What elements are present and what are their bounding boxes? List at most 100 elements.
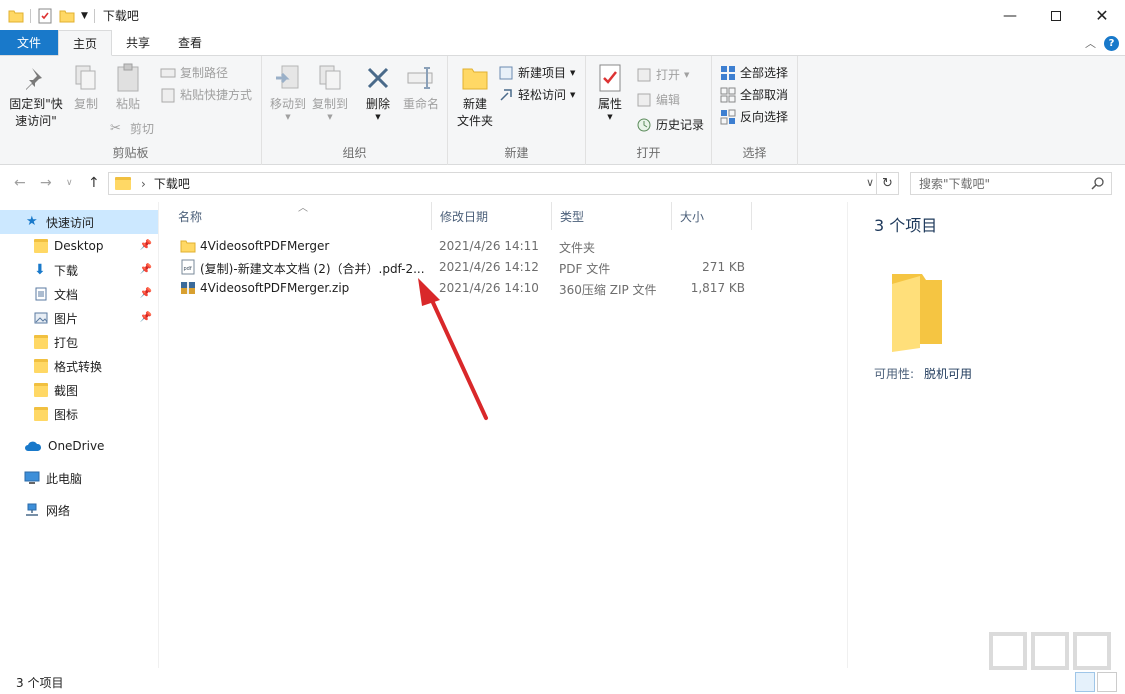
file-row[interactable]: 4VideosoftPDFMerger 2021/4/26 14:11 文件夹 [170, 236, 830, 257]
tab-home[interactable]: 主页 [58, 30, 113, 56]
network-icon [26, 503, 38, 516]
open-icon [637, 68, 651, 81]
paste-shortcut-button[interactable]: 粘贴快捷方式 [160, 86, 252, 103]
folder-icon [34, 359, 48, 373]
details-pane: 3 个项目 可用性: 脱机可用 [847, 202, 1125, 668]
document-icon [35, 287, 47, 301]
copy-button[interactable]: 复制 [68, 62, 104, 113]
folder-icon [34, 239, 48, 253]
breadcrumb-chevron-icon[interactable]: › [141, 177, 146, 191]
tab-file[interactable]: 文件 [0, 30, 59, 55]
pane-divider[interactable] [158, 202, 159, 668]
copy-path-button[interactable]: 复制路径 [160, 64, 228, 81]
select-none-label: 全部取消 [740, 88, 789, 102]
new-folder-icon[interactable] [59, 8, 75, 24]
delete-button[interactable]: 删除 ▼ [360, 62, 396, 121]
sidebar-item-downloads[interactable]: ⬇ 下载 📌 [0, 258, 158, 282]
search-input[interactable]: 搜索"下载吧" [910, 172, 1112, 195]
maximize-icon [1051, 10, 1061, 21]
folder-icon [8, 10, 24, 22]
sidebar-item-documents[interactable]: 文档 📌 [0, 282, 158, 306]
close-button[interactable]: ✕ [1079, 0, 1125, 31]
pdf-icon: pdf [181, 259, 195, 275]
easy-access-icon [500, 88, 512, 101]
back-button[interactable]: ← [14, 175, 26, 191]
column-header-size[interactable]: 大小 [672, 202, 752, 230]
delete-label: 删除 [365, 97, 390, 111]
sidebar-item-pictures[interactable]: 图片 📌 [0, 306, 158, 330]
refresh-button[interactable]: ↻ [876, 172, 899, 195]
sidebar-item-label: Desktop [54, 239, 104, 253]
help-icon[interactable]: ? [1104, 35, 1119, 51]
new-item-button[interactable]: 新建项目 ▼ [498, 64, 575, 81]
dropdown-icon: ▼ [570, 90, 576, 99]
file-type: 文件夹 [559, 241, 596, 255]
new-folder-button[interactable]: 新建 文件夹 [452, 62, 498, 130]
new-folder-icon [462, 68, 488, 90]
dropdown-icon: ▼ [684, 70, 690, 79]
sidebar-item-onedrive[interactable]: OneDrive [0, 434, 158, 458]
minimize-button[interactable]: — [987, 0, 1033, 31]
maximize-button[interactable] [1033, 0, 1079, 31]
pin-icon: 📌 [139, 240, 152, 251]
breadcrumb-current[interactable]: 下载吧 [154, 175, 190, 192]
sidebar-item-desktop[interactable]: Desktop 📌 [0, 234, 158, 258]
quick-access-toolbar: ▼ [0, 8, 95, 24]
pin-icon [26, 68, 42, 90]
copy-label: 复制 [73, 97, 98, 111]
sidebar-item-this-pc[interactable]: 此电脑 [0, 466, 158, 490]
sidebar-item-quick-access[interactable]: ★ 快速访问 [0, 210, 158, 234]
sidebar-item-pack[interactable]: 打包 [0, 330, 158, 354]
sidebar-item-label: 打包 [54, 335, 79, 350]
edit-button[interactable]: 编辑 [636, 91, 680, 108]
sidebar-item-format-convert[interactable]: 格式转换 [0, 354, 158, 378]
copy-to-button[interactable]: 复制到 ▼ [308, 62, 352, 121]
tab-view[interactable]: 查看 [164, 30, 216, 55]
invert-selection-icon [720, 109, 736, 124]
annotation-arrow [418, 278, 488, 420]
address-bar[interactable]: › 下载吧 ∨ ↻ [108, 172, 899, 195]
open-button[interactable]: 打开 ▼ [636, 66, 689, 83]
select-none-button[interactable]: 全部取消 [720, 86, 788, 103]
select-all-button[interactable]: 全部选择 [720, 64, 788, 81]
up-button[interactable]: ↑ [88, 175, 100, 191]
column-header-name[interactable]: 名称 [170, 202, 432, 230]
forward-button[interactable]: → [40, 175, 52, 191]
pin-icon: 📌 [139, 312, 152, 323]
move-to-icon [276, 65, 299, 89]
invert-selection-button[interactable]: 反向选择 [720, 108, 788, 125]
new-item-icon [499, 66, 513, 79]
sidebar-item-screenshots[interactable]: 截图 [0, 378, 158, 402]
sidebar-item-label: OneDrive [48, 439, 105, 453]
sidebar-item-icons[interactable]: 图标 [0, 402, 158, 426]
customize-dropdown-icon[interactable]: ▼ [81, 11, 88, 21]
recent-dropdown-button[interactable]: ∨ [66, 178, 73, 188]
column-header-modified[interactable]: 修改日期 [432, 202, 552, 230]
forward-arrow-icon: → [40, 175, 52, 191]
pin-quick-access-button[interactable]: 固定到"快 速访问" [6, 62, 66, 130]
collapse-ribbon-icon[interactable]: ︿ [1085, 35, 1096, 51]
chevron-down-icon[interactable]: ∨ [866, 176, 874, 189]
dropdown-icon: ▼ [375, 113, 381, 121]
group-select: 全部选择 全部取消 反向选择 选择 [712, 56, 798, 165]
cut-button[interactable]: ✂ 剪切 [110, 120, 154, 137]
availability-label: 可用性: [874, 367, 915, 381]
history-button[interactable]: 历史记录 [636, 116, 704, 133]
star-icon: ★ [26, 214, 38, 229]
tab-share[interactable]: 共享 [112, 30, 164, 55]
item-count-heading: 3 个项目 [874, 216, 938, 235]
dropdown-icon: ▼ [570, 68, 576, 77]
invert-selection-label: 反向选择 [740, 110, 789, 124]
edit-icon [637, 93, 651, 106]
sidebar-item-network[interactable]: 网络 [0, 498, 158, 522]
rename-button[interactable]: 重命名 [400, 62, 442, 113]
onedrive-icon [25, 441, 42, 451]
properties-button[interactable]: 属性 ▼ [594, 62, 626, 121]
folder-icon [180, 240, 196, 253]
easy-access-button[interactable]: 轻松访问 ▼ [498, 86, 575, 103]
move-to-button[interactable]: 移动到 ▼ [266, 62, 310, 121]
column-header-type[interactable]: 类型 [552, 202, 672, 230]
paste-button[interactable]: 粘贴 [110, 62, 146, 113]
properties-icon[interactable] [37, 8, 53, 24]
close-icon: ✕ [1095, 6, 1109, 25]
